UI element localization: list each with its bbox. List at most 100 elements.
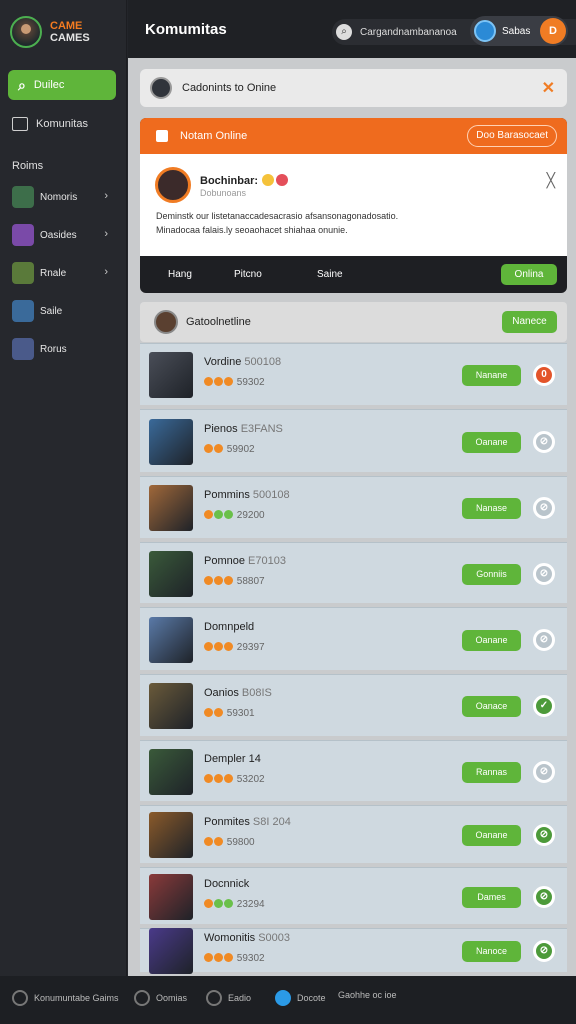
rating-icons: [204, 641, 234, 653]
table-row[interactable]: Pomnoe E70103 58807 Gonniis ⊘: [140, 542, 567, 603]
table-row[interactable]: Ponmites S8I 204 59800 Oanane ⊘: [140, 805, 567, 863]
avatar: [149, 616, 193, 663]
table-row[interactable]: Womonitis S0003 59302 Nanoce ⊘: [140, 928, 567, 974]
member-score: 59302: [204, 953, 265, 964]
collapse-icon[interactable]: ╳: [547, 172, 555, 189]
status-icon[interactable]: ⊘: [533, 824, 555, 846]
status-icon[interactable]: ⊘: [533, 628, 555, 651]
tab-saine[interactable]: Saine: [317, 269, 343, 280]
member-name: Oanios B08IS: [204, 687, 272, 699]
row-action-button[interactable]: Oanane: [462, 629, 521, 651]
avatar: [149, 352, 193, 398]
avatar: [149, 683, 193, 729]
emoji-icon: [262, 174, 275, 186]
avatar: [149, 812, 193, 858]
sidebar-item-community[interactable]: Komunitas: [0, 108, 126, 140]
header-button[interactable]: Doo Barasocaet: [467, 125, 557, 147]
table-row[interactable]: Dempler 14 53202 Rannas ⊘: [140, 740, 567, 801]
community-icon: [12, 990, 28, 1006]
online-button[interactable]: Onlina: [501, 264, 557, 285]
status-icon[interactable]: ⊘: [533, 885, 555, 908]
rating-icons: [204, 377, 234, 388]
status-icon[interactable]: ⊘: [533, 430, 555, 453]
member-name: Pienos E3FANS: [204, 422, 283, 435]
friend-item[interactable]: Rorus: [0, 330, 126, 368]
notification-bar: Cadonints to Onine ✕: [140, 69, 567, 107]
sidebar-section-title: Roims: [12, 160, 44, 172]
heart-icon: [276, 174, 289, 186]
tab-pitcno[interactable]: Pitcno: [234, 269, 262, 280]
sidebar: CAME CAMES ⌕ Duilec Komunitas Roims Nomo…: [0, 0, 127, 976]
table-row[interactable]: Domnpeld 29397 Oanane ⊘: [140, 607, 567, 670]
user-initial-badge[interactable]: D: [540, 18, 566, 44]
logo-avatar: [10, 16, 42, 48]
member-score: 59902: [204, 443, 255, 455]
chevron-right-icon: ›: [104, 266, 108, 278]
profile-subtitle: Dobunoans: [200, 188, 247, 198]
bottom-item-eadio[interactable]: Eadio: [206, 990, 251, 1006]
status-icon[interactable]: ⊘: [533, 562, 555, 585]
avatar: [12, 224, 34, 246]
avatar: [150, 77, 172, 99]
member-score: 58807: [204, 575, 265, 587]
bottom-item-community[interactable]: Konumuntabe Gaims: [12, 990, 119, 1006]
rating-icons: [204, 443, 224, 455]
tab-hang[interactable]: Hang: [168, 269, 192, 280]
table-row[interactable]: Oanios B08IS 59301 Oanace ✓: [140, 674, 567, 736]
online-card: Notam Online Doo Barasocaet Bochinbar: D…: [140, 118, 567, 293]
member-name: Vordine 500108: [204, 356, 282, 368]
user-menu[interactable]: Sabas D: [470, 16, 568, 46]
friend-item[interactable]: Nomoris ›: [0, 178, 126, 216]
status-icon[interactable]: ⊘: [533, 760, 555, 783]
table-row[interactable]: Docnnick 23294 Dames ⊘: [140, 867, 567, 924]
row-action-button[interactable]: Oanane: [462, 431, 521, 453]
status-icon[interactable]: ⊘: [533, 497, 555, 519]
avatar: [149, 418, 193, 465]
chevron-right-icon: ›: [104, 228, 108, 240]
row-action-button[interactable]: Dames: [462, 886, 521, 908]
row-action-button[interactable]: Oanace: [462, 696, 521, 717]
table-row[interactable]: Vordine 500108 59302 Nanane 0: [140, 343, 567, 405]
friend-list: Nomoris › Oasides › Rnale › Saile Rorus: [0, 178, 126, 368]
member-name: Womonitis S0003: [204, 932, 291, 944]
member-name: Ponmites S8I 204: [204, 816, 291, 828]
table-row[interactable]: Pommins 500108 29200 Nanase ⊘: [140, 476, 567, 538]
status-icon[interactable]: ✓: [533, 695, 555, 717]
member-name: Domnpeld: [204, 620, 255, 633]
circle-icon: [134, 990, 150, 1006]
row-action-button[interactable]: Nanane: [462, 365, 521, 386]
rating-icons: [204, 510, 234, 521]
bottom-item-docote[interactable]: Docote: [275, 990, 326, 1006]
table-row[interactable]: Pienos E3FANS 59902 Oanane ⊘: [140, 409, 567, 472]
status-icon[interactable]: ⊘: [533, 940, 555, 962]
bottom-bar: Konumuntabe Gaims Oomias Eadio Docote Ga…: [0, 976, 576, 1024]
friend-item[interactable]: Oasides ›: [0, 216, 126, 254]
sidebar-item-active[interactable]: ⌕ Duilec: [8, 70, 116, 100]
status-icon[interactable]: 0: [533, 364, 555, 386]
member-score: 59800: [204, 837, 255, 848]
close-icon[interactable]: ✕: [542, 78, 555, 98]
avatar: [149, 748, 193, 795]
member-score: 59301: [204, 708, 255, 719]
avatar: [12, 262, 34, 284]
row-action-button[interactable]: Nanoce: [462, 941, 521, 962]
search-icon: ⌕: [336, 24, 352, 40]
member-score: 53202: [204, 773, 265, 785]
rating-icons: [204, 837, 224, 848]
bottom-item-oomias[interactable]: Oomias: [134, 990, 187, 1006]
friend-item[interactable]: Rnale ›: [0, 254, 126, 292]
friend-item[interactable]: Saile: [0, 292, 126, 330]
row-action-button[interactable]: Oanane: [462, 825, 521, 846]
list-header-button[interactable]: Nanece: [502, 311, 557, 333]
row-action-button[interactable]: Rannas: [462, 761, 521, 783]
row-action-button[interactable]: Gonniis: [462, 563, 521, 585]
row-action-button[interactable]: Nanase: [462, 498, 521, 519]
bottom-item-extra[interactable]: Gaohhe oc ioe: [338, 990, 397, 1000]
logo[interactable]: CAME CAMES: [0, 0, 126, 64]
rating-icons: [204, 953, 234, 964]
member-name: Docnnick: [204, 877, 250, 890]
avatar: [155, 167, 191, 203]
member-score: 59302: [204, 377, 265, 388]
user-avatar: [474, 20, 496, 42]
online-card-body: Bochinbar: Dobunoans ╳ Deminstk our list…: [140, 154, 567, 256]
